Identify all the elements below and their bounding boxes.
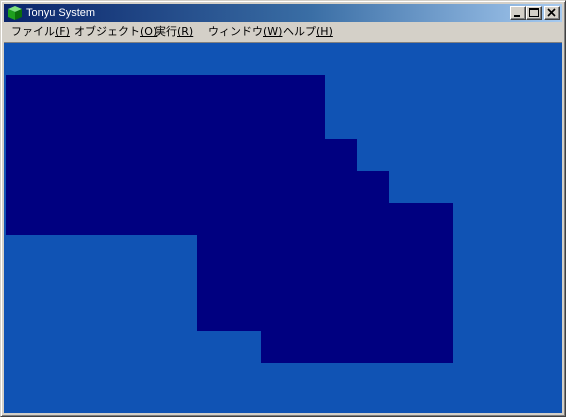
green-cube-icon: [8, 6, 22, 20]
close-button[interactable]: [544, 6, 560, 20]
menu-help-label: ヘルプ: [283, 25, 316, 38]
menu-object[interactable]: オブジェクト(O): [74, 23, 157, 41]
app-window: Tonyu System ファイル(F) オブジェクト(O) 実行(R) ウィン…: [0, 0, 566, 417]
menu-help[interactable]: ヘルプ(H): [283, 23, 333, 41]
menu-window-label: ウィンドウ: [208, 25, 263, 38]
menu-help-accel: (H): [316, 25, 333, 38]
maximize-button[interactable]: [526, 6, 542, 20]
menu-run-label: 実行: [155, 25, 177, 38]
menu-window-accel: (W): [263, 25, 283, 38]
window-title: Tonyu System: [26, 7, 96, 19]
menu-bar: ファイル(F) オブジェクト(O) 実行(R) ウィンドウ(W) ヘルプ(H): [4, 23, 562, 41]
menu-file-accel: (F): [55, 25, 70, 38]
menu-object-label: オブジェクト: [74, 25, 140, 38]
menu-file-label: ファイル: [11, 25, 55, 38]
tile-map: [6, 75, 453, 363]
title-bar[interactable]: Tonyu System: [4, 4, 562, 22]
minimize-icon: [514, 15, 520, 17]
menu-run-accel: (R): [177, 25, 194, 38]
menu-run[interactable]: 実行(R): [155, 23, 193, 41]
dark-tile-region: [6, 75, 453, 363]
menu-window[interactable]: ウィンドウ(W): [208, 23, 282, 41]
menu-file[interactable]: ファイル(F): [11, 23, 70, 41]
close-icon: [547, 8, 556, 17]
game-canvas[interactable]: [4, 42, 562, 413]
maximize-icon: [529, 8, 539, 17]
minimize-button[interactable]: [510, 6, 526, 20]
